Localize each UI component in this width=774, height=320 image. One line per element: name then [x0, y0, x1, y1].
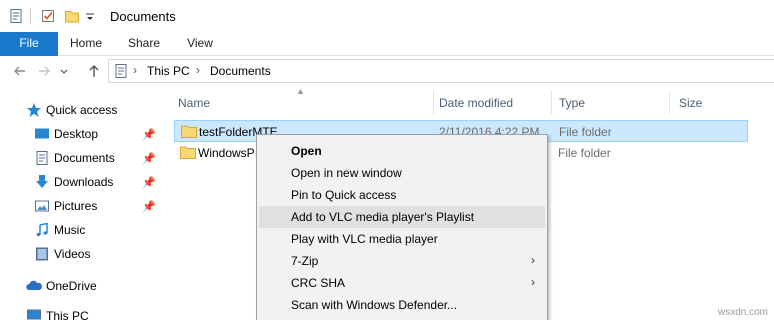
tab-share[interactable]: Share — [120, 32, 168, 56]
nav-label: Pictures — [54, 199, 98, 213]
pin-icon: 📌 — [142, 153, 156, 165]
breadcrumb-separator-icon[interactable]: › — [196, 63, 200, 77]
column-header-label: Date modified — [439, 96, 514, 110]
menu-item-label: CRC SHA — [291, 276, 346, 290]
forward-button[interactable] — [36, 63, 52, 79]
menu-item-crc-sha[interactable]: CRC SHA › — [259, 272, 545, 294]
nav-item-documents[interactable]: Documents 📌 — [0, 146, 160, 170]
nav-item-downloads[interactable]: Downloads 📌 — [0, 170, 160, 194]
nav-item-videos[interactable]: Videos — [0, 242, 160, 266]
toolbar-separator — [30, 8, 31, 24]
navigation-pane: Quick access Desktop 📌 Documents 📌 Downl… — [0, 86, 160, 320]
column-header-label: Name — [178, 96, 211, 110]
pc-icon — [27, 309, 41, 320]
folder-icon — [181, 125, 197, 138]
menu-item-7-zip[interactable]: 7-Zip › — [259, 250, 545, 272]
file-type: File folder — [559, 125, 612, 139]
nav-label: Downloads — [54, 175, 114, 189]
nav-item-quick-access[interactable]: Quick access — [0, 98, 160, 122]
nav-item-onedrive[interactable]: OneDrive — [0, 274, 160, 298]
menu-item-play-with-vlc[interactable]: Play with VLC media player — [259, 228, 545, 250]
nav-label: This PC — [46, 309, 89, 320]
menu-item-open-in-new-window[interactable]: Open in new window — [259, 162, 545, 184]
menu-item-add-to-vlc-playlist[interactable]: Add to VLC media player's Playlist — [259, 206, 545, 228]
chevron-right-icon: › — [531, 275, 535, 289]
menu-item-label: Add to VLC media player's Playlist — [291, 210, 475, 224]
tab-file[interactable]: File — [0, 32, 58, 56]
breadcrumb-separator-icon[interactable]: › — [133, 63, 137, 77]
nav-label: Music — [54, 223, 86, 237]
breadcrumb-documents[interactable]: Documents — [210, 64, 271, 78]
chevron-down-icon — [60, 69, 68, 74]
column-header-size[interactable]: Size — [670, 86, 760, 118]
nav-item-desktop[interactable]: Desktop 📌 — [0, 122, 160, 146]
recent-locations-button[interactable] — [58, 63, 70, 79]
tab-view[interactable]: View — [176, 32, 224, 56]
customize-toolbar-dropdown-icon[interactable] — [84, 8, 96, 24]
menu-item-label: Play with VLC media player — [291, 232, 438, 246]
desktop-icon — [35, 128, 49, 139]
documents-location-icon — [115, 64, 127, 78]
download-icon — [36, 175, 48, 188]
menu-item-scan-with-windows-defender[interactable]: Scan with Windows Defender... — [259, 294, 545, 316]
file-name: WindowsP — [198, 146, 255, 160]
chevron-right-icon: › — [531, 253, 535, 267]
properties-icon[interactable] — [8, 8, 24, 24]
nav-label: Quick access — [46, 103, 118, 117]
documents-icon — [36, 151, 48, 165]
column-header-label: Type — [559, 96, 586, 110]
new-folder-icon[interactable] — [64, 8, 80, 24]
nav-label: Desktop — [54, 127, 99, 141]
title-bar: Documents — [0, 0, 774, 32]
onedrive-icon — [26, 280, 42, 290]
nav-label: Videos — [54, 247, 91, 261]
ribbon-tabs: File Home Share View — [0, 32, 774, 56]
checkmark-properties-icon[interactable] — [40, 8, 56, 24]
menu-item-label: Pin to Quick access — [291, 188, 397, 202]
menu-item-label: 7-Zip — [291, 254, 319, 268]
star-icon — [27, 103, 41, 117]
window-title: Documents — [110, 9, 176, 24]
nav-label: OneDrive — [46, 279, 97, 293]
tab-home[interactable]: Home — [62, 32, 110, 56]
breadcrumb-this-pc[interactable]: This PC — [147, 64, 190, 78]
context-menu: Open Open in new window Pin to Quick acc… — [256, 134, 548, 320]
nav-item-music[interactable]: Music — [0, 218, 160, 242]
pin-icon: 📌 — [142, 201, 156, 213]
back-button[interactable] — [12, 63, 28, 79]
menu-item-label: Scan with Windows Defender... — [291, 298, 458, 312]
nav-item-pictures[interactable]: Pictures 📌 — [0, 194, 160, 218]
folder-icon — [180, 146, 196, 159]
column-header-name[interactable]: Name — [174, 86, 434, 118]
watermark: wsxdn.com — [717, 307, 768, 318]
address-row: › This PC › Documents — [0, 56, 774, 86]
column-header-type[interactable]: Type — [552, 86, 670, 118]
column-header-date-modified[interactable]: Date modified — [434, 86, 554, 118]
nav-item-this-pc[interactable]: This PC — [0, 304, 160, 320]
menu-item-pin-to-quick-access[interactable]: Pin to Quick access — [259, 184, 545, 206]
arrow-right-icon — [39, 66, 50, 76]
pin-icon: 📌 — [142, 177, 156, 189]
up-button[interactable] — [86, 63, 102, 79]
arrow-up-icon — [89, 65, 99, 77]
arrow-left-icon — [14, 66, 25, 76]
column-header-label: Size — [679, 96, 703, 110]
menu-item-label: Open — [291, 144, 322, 158]
nav-label: Documents — [54, 151, 115, 165]
menu-item-label: Open in new window — [291, 166, 402, 180]
menu-item-open[interactable]: Open — [259, 140, 545, 162]
music-icon — [36, 222, 48, 237]
pictures-icon — [35, 200, 49, 212]
videos-icon — [36, 247, 48, 261]
file-type: File folder — [558, 146, 611, 160]
address-bar[interactable]: › This PC › Documents — [108, 59, 774, 83]
pin-icon: 📌 — [142, 129, 156, 141]
